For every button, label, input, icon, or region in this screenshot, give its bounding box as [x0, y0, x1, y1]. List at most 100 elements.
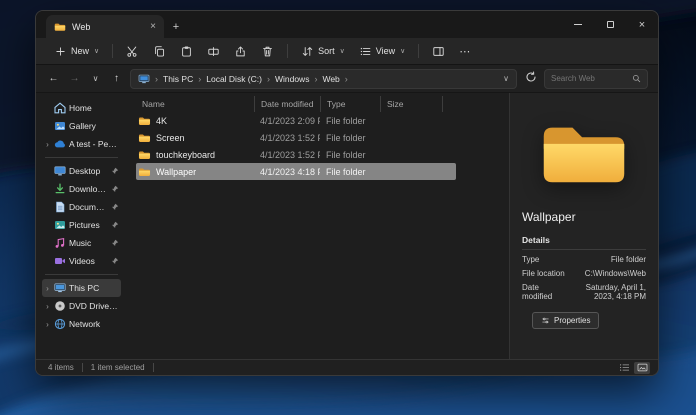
pin-icon — [111, 185, 119, 193]
delete-button[interactable] — [255, 40, 280, 62]
maximize-button[interactable] — [594, 11, 626, 38]
cut-icon — [126, 45, 139, 58]
command-bar: New ∨ Sor — [36, 38, 658, 65]
status-bar: 4 items 1 item selected — [36, 359, 658, 375]
breadcrumb-web[interactable]: Web — [322, 74, 339, 84]
column-header-type[interactable]: Type — [320, 96, 380, 112]
window-controls: × — [562, 11, 658, 38]
copy-icon — [153, 45, 166, 58]
chevron-right-icon[interactable]: › — [198, 74, 201, 84]
details-field-date-modified: Date modified Saturday, April 1, 2023, 4… — [522, 283, 646, 301]
view-button[interactable]: View ∨ — [353, 40, 411, 62]
file-row-touchkeyboard[interactable]: touchkeyboard 4/1/2023 1:52 PM File fold… — [136, 146, 456, 163]
status-divider — [153, 363, 154, 372]
sidebar-item-pictures[interactable]: Pictures — [42, 216, 121, 234]
chevron-down-icon: ∨ — [400, 47, 405, 55]
column-header-size[interactable]: Size — [380, 96, 442, 112]
refresh-button[interactable] — [523, 71, 538, 86]
pin-icon — [111, 221, 119, 229]
toolbar-divider — [287, 44, 288, 58]
file-list-header: Name Date modified Type Size — [136, 96, 509, 112]
forward-button[interactable]: → — [67, 73, 82, 84]
details-field-location: File location C:\Windows\Web — [522, 269, 646, 278]
sidebar-item-desktop[interactable]: Desktop — [42, 162, 121, 180]
details-pane: Wallpaper Details Type File folder File … — [509, 93, 658, 359]
expand-chevron-icon[interactable]: › — [44, 302, 51, 311]
new-tab-button[interactable]: + — [164, 15, 188, 38]
expand-chevron-icon[interactable]: › — [44, 284, 51, 293]
history-dropdown-button[interactable]: ∨ — [88, 74, 103, 83]
search-input[interactable] — [551, 74, 628, 83]
folder-icon — [138, 167, 151, 177]
desktop-icon — [54, 165, 66, 177]
rename-button[interactable] — [201, 40, 226, 62]
plus-icon — [54, 45, 67, 58]
file-row-4k[interactable]: 4K 4/1/2023 2:09 PM File folder — [136, 112, 456, 129]
sidebar-item-gallery[interactable]: Gallery — [42, 117, 121, 135]
expand-chevron-icon[interactable]: › — [44, 140, 51, 149]
pictures-icon — [54, 219, 66, 231]
sidebar-item-documents[interactable]: Documents — [42, 198, 121, 216]
documents-icon — [54, 201, 66, 213]
share-button[interactable] — [228, 40, 253, 62]
minimize-button[interactable] — [562, 11, 594, 38]
expand-chevron-icon[interactable]: › — [44, 320, 51, 329]
large-thumbnails-view-button[interactable] — [634, 362, 650, 374]
breadcrumb-windows[interactable]: Windows — [275, 74, 309, 84]
more-options-button[interactable]: ⋯ — [453, 40, 477, 62]
network-icon — [54, 318, 66, 330]
tab-web[interactable]: Web × — [46, 15, 164, 38]
file-row-wallpaper[interactable]: Wallpaper 4/1/2023 4:18 PM File folder — [136, 163, 456, 180]
details-view-button[interactable] — [616, 362, 632, 374]
paste-icon — [180, 45, 193, 58]
properties-button[interactable]: Properties — [532, 312, 599, 329]
up-button[interactable]: ↑ — [109, 73, 124, 84]
column-header-date-modified[interactable]: Date modified — [254, 96, 320, 112]
back-button[interactable]: ← — [46, 73, 61, 84]
downloads-icon — [54, 183, 66, 195]
chevron-right-icon[interactable]: › — [314, 74, 317, 84]
chevron-down-icon: ∨ — [340, 47, 345, 55]
file-list: Name Date modified Type Size 4K 4/1/2023… — [124, 93, 509, 359]
pin-icon — [111, 239, 119, 247]
sidebar-item-onedrive-personal[interactable]: › A test - Personal — [42, 135, 121, 153]
sidebar-item-music[interactable]: Music — [42, 234, 121, 252]
column-header-name[interactable]: Name — [136, 96, 254, 112]
chevron-right-icon[interactable]: › — [267, 74, 270, 84]
tab-title: Web — [72, 22, 144, 32]
cut-button[interactable] — [120, 40, 145, 62]
breadcrumb-this-pc[interactable]: This PC — [163, 74, 193, 84]
preview-pane-icon — [432, 45, 445, 58]
sidebar-item-downloads[interactable]: Downloads — [42, 180, 121, 198]
sort-button[interactable]: Sort ∨ — [295, 40, 351, 62]
rename-icon — [207, 45, 220, 58]
chevron-right-icon[interactable]: › — [345, 74, 348, 84]
navigation-pane: Home Gallery › A test - Personal Desktop — [36, 93, 124, 359]
gallery-icon — [54, 120, 66, 132]
sidebar-item-home[interactable]: Home — [42, 99, 121, 117]
sidebar-item-network[interactable]: › Network — [42, 315, 121, 333]
file-row-screen[interactable]: Screen 4/1/2023 1:52 PM File folder — [136, 129, 456, 146]
close-button[interactable]: × — [626, 11, 658, 38]
sidebar-divider — [45, 274, 118, 275]
preview-pane-button[interactable] — [426, 40, 451, 62]
thumbnails-view-icon — [637, 363, 648, 372]
sidebar-divider — [45, 157, 118, 158]
breadcrumb[interactable]: › This PC › Local Disk (C:) › Windows › … — [130, 69, 517, 89]
sidebar-item-videos[interactable]: Videos — [42, 252, 121, 270]
copy-button[interactable] — [147, 40, 172, 62]
tab-close-icon[interactable]: × — [150, 22, 156, 32]
address-dropdown-icon[interactable]: ∨ — [503, 74, 509, 83]
share-icon — [234, 45, 247, 58]
sidebar-item-dvd-drive[interactable]: › DVD Drive (D:) CCC — [42, 297, 121, 315]
view-icon — [359, 45, 372, 58]
details-title: Wallpaper — [522, 210, 646, 224]
pin-icon — [111, 203, 119, 211]
sidebar-item-this-pc[interactable]: › This PC — [42, 279, 121, 297]
new-button[interactable]: New ∨ — [48, 40, 105, 62]
paste-button[interactable] — [174, 40, 199, 62]
breadcrumb-local-disk[interactable]: Local Disk (C:) — [206, 74, 262, 84]
minimize-icon — [574, 24, 582, 25]
search-box[interactable] — [544, 69, 648, 89]
selection-count: 1 item selected — [91, 363, 145, 372]
